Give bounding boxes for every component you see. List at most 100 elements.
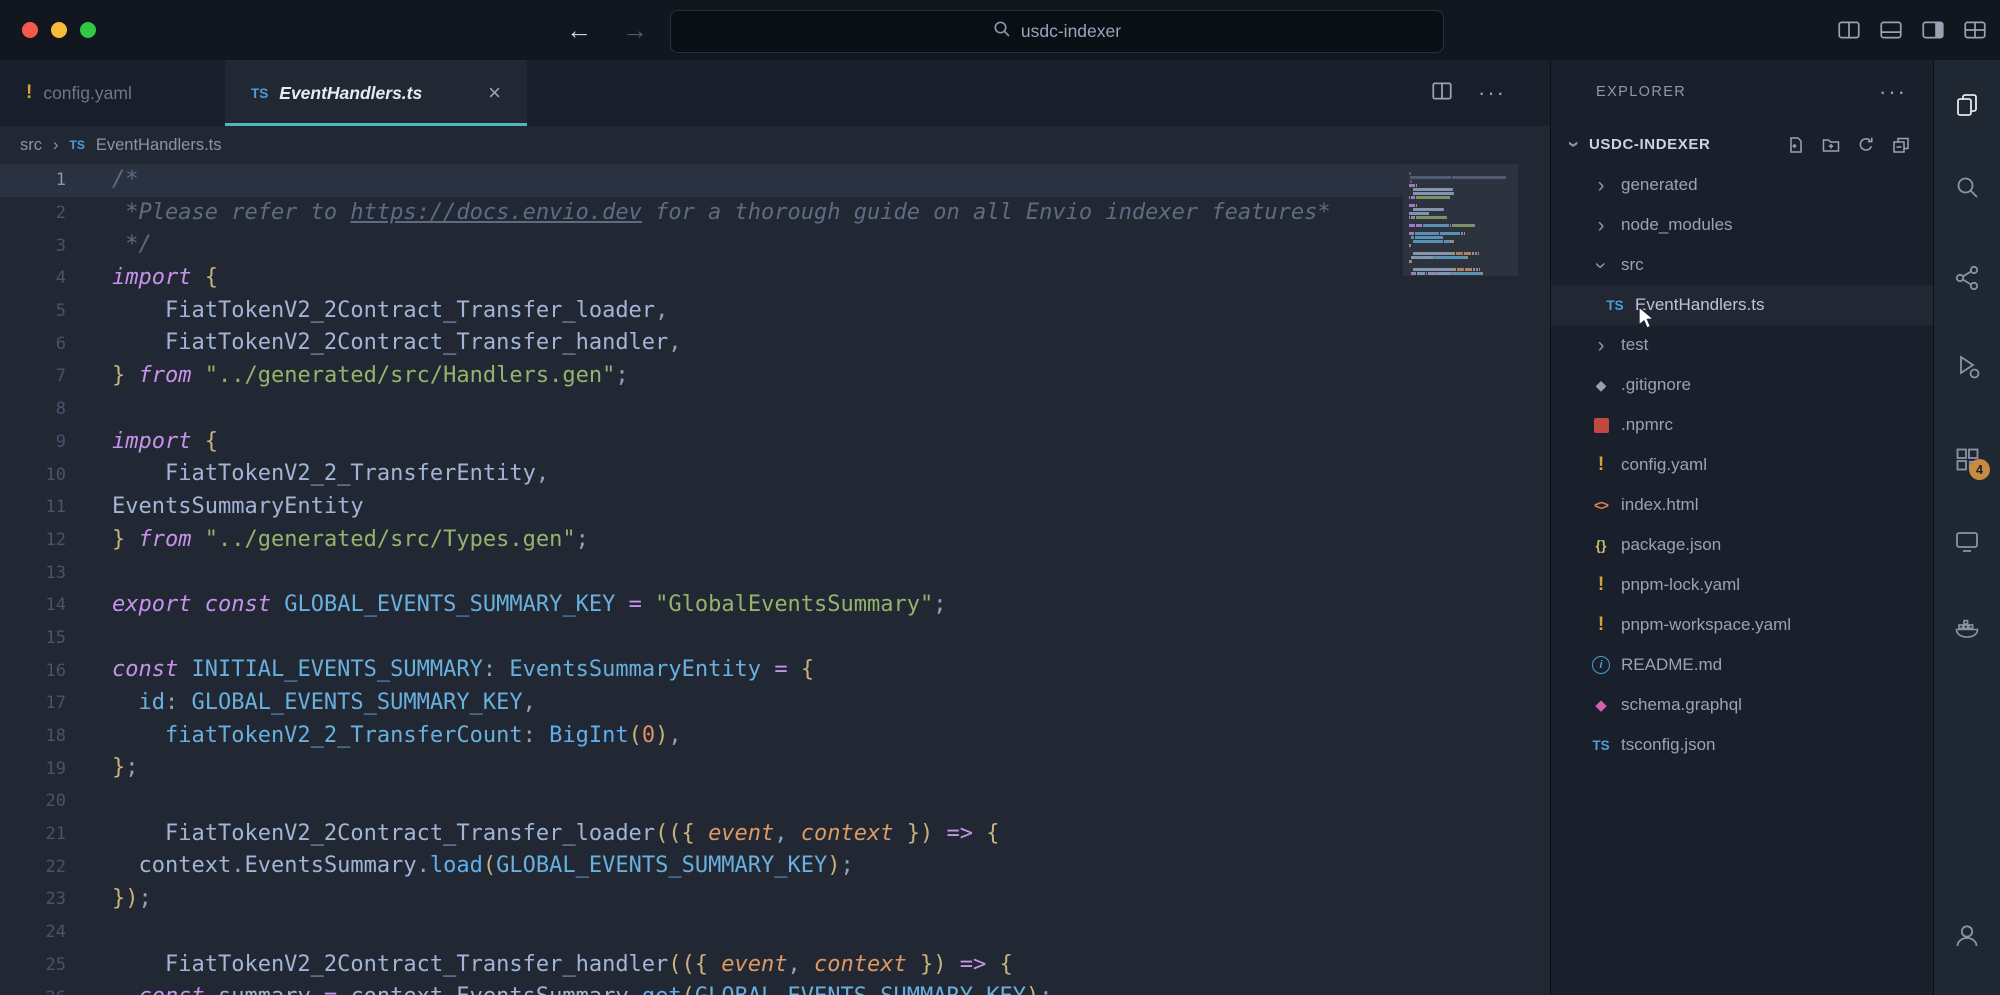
code-line[interactable]: 22 context.EventsSummary.load(GLOBAL_EVE… xyxy=(0,850,1403,883)
tree-item-config-yaml[interactable]: !config.yaml xyxy=(1551,445,1933,485)
code-line[interactable]: 2 *Please refer to https://docs.envio.de… xyxy=(0,197,1403,230)
back-icon[interactable]: ← xyxy=(566,15,592,46)
code-line[interactable]: 10 FiatTokenV2_2_TransferEntity, xyxy=(0,458,1403,491)
tree-item-readme-md[interactable]: iREADME.md xyxy=(1551,645,1933,685)
project-section-header[interactable]: › USDC-INDEXER xyxy=(1551,124,1933,165)
code-line[interactable]: 17 id: GLOBAL_EVENTS_SUMMARY_KEY, xyxy=(0,687,1403,720)
line-number: 13 xyxy=(0,563,78,583)
typescript-icon: TS xyxy=(1592,738,1609,753)
tree-item-test[interactable]: ›test xyxy=(1551,325,1933,365)
tree-item--npmrc[interactable]: .npmrc xyxy=(1551,405,1933,445)
tree-item-eventhandlers-ts[interactable]: TSEventHandlers.ts xyxy=(1551,285,1933,325)
extensions-badge: 4 xyxy=(1969,459,1990,480)
account-icon[interactable] xyxy=(1953,921,1981,949)
command-center-search[interactable]: usdc-indexer xyxy=(670,10,1444,53)
breadcrumb-item-file[interactable]: EventHandlers.ts xyxy=(96,136,222,155)
code-line[interactable]: 15 xyxy=(0,622,1403,655)
tree-item-tsconfig-json[interactable]: TStsconfig.json xyxy=(1551,725,1933,765)
code-line[interactable]: 3 */ xyxy=(0,229,1403,262)
tab-config-yaml[interactable]: ! config.yaml xyxy=(0,60,225,126)
tree-item-label: index.html xyxy=(1621,495,1698,515)
tree-item-pnpm-workspace-yaml[interactable]: !pnpm-workspace.yaml xyxy=(1551,605,1933,645)
code-line[interactable]: 7} from "../generated/src/Handlers.gen"; xyxy=(0,360,1403,393)
source-control-graph-icon[interactable] xyxy=(1953,264,1981,292)
breadcrumb: src › TS EventHandlers.ts xyxy=(0,126,1550,164)
json-icon: {} xyxy=(1596,537,1607,553)
file-icon-slot: TS xyxy=(1603,298,1627,313)
graphql-icon: ◆ xyxy=(1595,696,1607,714)
tree-item-pnpm-lock-yaml[interactable]: !pnpm-lock.yaml xyxy=(1551,565,1933,605)
code-line[interactable]: 24 xyxy=(0,916,1403,949)
refresh-icon[interactable] xyxy=(1856,135,1876,155)
code-line[interactable]: 13 xyxy=(0,556,1403,589)
file-icon-slot: ◆ xyxy=(1589,377,1613,394)
code-line[interactable]: 21 FiatTokenV2_2Contract_Transfer_loader… xyxy=(0,818,1403,851)
file-icon-slot: › xyxy=(1589,215,1613,236)
close-tab-icon[interactable]: × xyxy=(488,82,501,104)
toggle-panel-icon[interactable] xyxy=(1878,17,1904,43)
typescript-icon: TS xyxy=(251,86,268,101)
search-icon[interactable] xyxy=(1953,173,1981,201)
toggle-sidebar-icon[interactable] xyxy=(1920,17,1946,43)
code-line[interactable]: 14export const GLOBAL_EVENTS_SUMMARY_KEY… xyxy=(0,589,1403,622)
search-text: usdc-indexer xyxy=(1021,21,1121,42)
close-window-button[interactable] xyxy=(22,22,38,38)
tree-item-schema-graphql[interactable]: ◆schema.graphql xyxy=(1551,685,1933,725)
code-line[interactable]: 23}); xyxy=(0,883,1403,916)
run-debug-icon[interactable] xyxy=(1953,352,1981,380)
tree-item--gitignore[interactable]: ◆ .gitignore xyxy=(1551,365,1933,405)
breadcrumb-item-src[interactable]: src xyxy=(20,136,42,155)
tree-item-node-modules[interactable]: › node_modules xyxy=(1551,205,1933,245)
code-lines: 1/*2 *Please refer to https://docs.envio… xyxy=(0,164,1550,995)
collapse-folders-icon[interactable] xyxy=(1891,135,1911,155)
line-number: 25 xyxy=(0,955,78,975)
code-line[interactable]: 18 fiatTokenV2_2_TransferCount: BigInt(0… xyxy=(0,720,1403,753)
yaml-warning-icon: ! xyxy=(1598,454,1604,476)
code-line[interactable]: 20 xyxy=(0,785,1403,818)
code-line[interactable]: 9import { xyxy=(0,426,1403,459)
code-line[interactable]: 5 FiatTokenV2_2Contract_Transfer_loader, xyxy=(0,295,1403,328)
tree-item-src[interactable]: ›src xyxy=(1551,245,1933,285)
docker-icon[interactable] xyxy=(1953,614,1981,642)
window-controls xyxy=(22,22,96,38)
tree-item-package-json[interactable]: {}package.json xyxy=(1551,525,1933,565)
tree-item-generated[interactable]: ›generated xyxy=(1551,165,1933,205)
tab-eventhandlers-ts[interactable]: TS EventHandlers.ts × xyxy=(225,60,527,126)
new-file-icon[interactable] xyxy=(1786,135,1806,155)
code-line[interactable]: 25 FiatTokenV2_2Contract_Transfer_handle… xyxy=(0,949,1403,982)
split-editor-layout-icon[interactable] xyxy=(1836,17,1862,43)
explorer-more-actions-icon[interactable]: ··· xyxy=(1879,79,1907,105)
line-number: 24 xyxy=(0,922,78,942)
code-line[interactable]: 12} from "../generated/src/Types.gen"; xyxy=(0,524,1403,557)
line-number: 4 xyxy=(0,268,78,288)
tree-item-label: node_modules xyxy=(1621,215,1733,235)
tree-item-label: .gitignore xyxy=(1621,375,1691,395)
remote-window-icon[interactable] xyxy=(1953,527,1981,555)
code-line[interactable]: 26 const summary = context.EventsSummary… xyxy=(0,981,1403,995)
line-number: 20 xyxy=(0,791,78,811)
code-text: }); xyxy=(78,883,152,916)
minimap[interactable] xyxy=(1403,164,1518,995)
code-line[interactable]: 8 xyxy=(0,393,1403,426)
code-line[interactable]: 6 FiatTokenV2_2Contract_Transfer_handler… xyxy=(0,327,1403,360)
code-line[interactable]: 4import { xyxy=(0,262,1403,295)
explorer-files-icon[interactable] xyxy=(1953,91,1981,119)
new-folder-icon[interactable] xyxy=(1821,135,1841,155)
customize-layout-icon[interactable] xyxy=(1962,17,1988,43)
code-line[interactable]: 11EventsSummaryEntity xyxy=(0,491,1403,524)
more-actions-icon[interactable]: ··· xyxy=(1478,80,1506,106)
extensions-icon[interactable]: 4 xyxy=(1953,445,1981,473)
code-line[interactable]: 1/* xyxy=(0,164,1403,197)
zoom-window-button[interactable] xyxy=(80,22,96,38)
chevron-right-icon: › xyxy=(1592,335,1610,356)
tree-item-index-html[interactable]: <>index.html xyxy=(1551,485,1933,525)
code-text: FiatTokenV2_2Contract_Transfer_handler((… xyxy=(78,949,1013,982)
code-editor[interactable]: 1/*2 *Please refer to https://docs.envio… xyxy=(0,164,1550,995)
code-line[interactable]: 16const INITIAL_EVENTS_SUMMARY: EventsSu… xyxy=(0,654,1403,687)
forward-icon[interactable]: → xyxy=(622,15,648,46)
code-text: export const GLOBAL_EVENTS_SUMMARY_KEY =… xyxy=(78,589,947,622)
code-line[interactable]: 19}; xyxy=(0,752,1403,785)
minimize-window-button[interactable] xyxy=(51,22,67,38)
code-text: FiatTokenV2_2Contract_Transfer_loader, xyxy=(78,295,668,328)
split-editor-icon[interactable] xyxy=(1430,79,1454,108)
